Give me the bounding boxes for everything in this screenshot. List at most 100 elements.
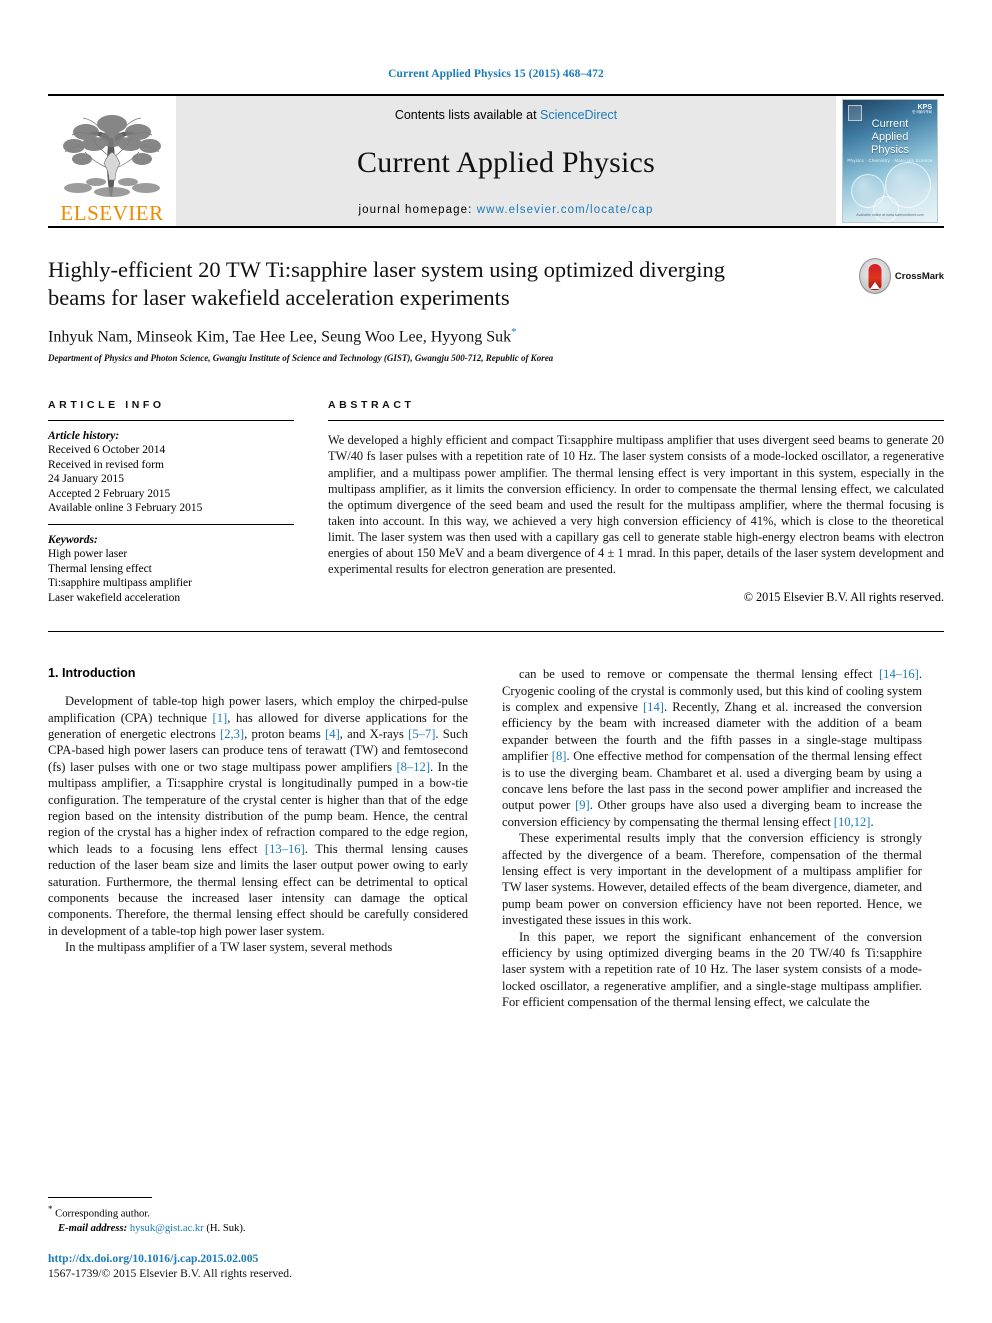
paragraph-text: can be used to remove or compensate the … [519,667,879,682]
cover-footer-text: Available online at www.sciencedirect.co… [856,213,924,217]
body-paragraph: In the multipass amplifier of a TW laser… [48,939,468,955]
masthead-center: Contents lists available at ScienceDirec… [176,96,836,226]
abstract-column: ABSTRACT We developed a highly efficient… [328,399,944,605]
history-item: Received in revised form [48,458,164,471]
article-info-column: ARTICLE INFO Article history: Received 6… [48,399,294,605]
keywords-list: High power laser Thermal lensing effect … [48,547,294,605]
abstract-text: We developed a highly efficient and comp… [328,433,944,577]
footnote-block: * Corresponding author. E-mail address: … [48,1197,468,1235]
sciencedirect-link[interactable]: ScienceDirect [540,108,617,122]
paragraph-text: , proton beams [244,726,326,741]
journal-title: Current Applied Physics [357,146,655,179]
keywords-rule [48,524,294,526]
journal-homepage-line: journal homepage: www.elsevier.com/locat… [359,204,654,216]
affiliation: Department of Physics and Photon Science… [48,353,554,364]
cover-title: Current Applied Physics [843,118,937,157]
abstract-copyright: © 2015 Elsevier B.V. All rights reserved… [743,590,944,605]
info-abstract-band: ARTICLE INFO Article history: Received 6… [48,399,944,605]
page-footer: http://dx.doi.org/10.1016/j.cap.2015.02.… [48,1251,568,1281]
email-label: E-mail address: [58,1222,128,1234]
contents-prefix: Contents lists available at [394,108,541,122]
crossmark-label: CrossMark [894,270,944,282]
paper-page: Current Applied Physics 15 (2015) 468–47… [0,0,992,1323]
history-item: Accepted 2 February 2015 [48,487,171,500]
author-names: Inhyuk Nam, Minseok Kim, Tae Hee Lee, Se… [48,328,512,346]
abstract-rule [328,420,944,422]
homepage-prefix: journal homepage: [358,204,477,216]
paragraph-text: . This thermal lensing causes reduction … [48,841,468,938]
cover-society-mark: KPS 한국물리학회 [912,104,932,115]
elsevier-tree-icon [63,115,161,197]
corresponding-author-text: Corresponding author. [55,1209,150,1220]
history-item: 24 January 2015 [48,473,125,486]
citation-link[interactable]: [5–7] [408,727,435,741]
contents-available-line: Contents lists available at ScienceDirec… [395,108,617,122]
paragraph-text: . [870,814,874,829]
paragraph-text: In the multipass amplifier of a TW laser… [65,940,393,955]
footnote-rule [48,1197,152,1199]
doi-link[interactable]: http://dx.doi.org/10.1016/j.cap.2015.02.… [48,1251,568,1266]
journal-cover-image: KPS 한국물리학회 Current Applied Physics Physi… [842,99,938,223]
cover-title-line1: Current [871,118,909,130]
body-paragraph: These experimental results imply that th… [502,830,922,928]
body-columns: 1. Introduction Development of table-top… [48,666,944,1011]
corresponding-author-note: * Corresponding author. [48,1203,468,1221]
cover-title-line3: Physics [871,144,909,156]
citation-link[interactable]: [13–16] [265,842,305,856]
paragraph-text: , and X-rays [339,726,409,741]
paragraph-text: In this paper, we report the significant… [502,929,922,1010]
article-history-label: Article history: [48,430,120,443]
paragraph-text: These experimental results imply that th… [502,831,922,928]
body-separator-rule [48,631,944,633]
crossmark-badge[interactable]: CrossMark [858,258,944,294]
cover-society-sub: 한국물리학회 [912,110,932,114]
elsevier-wordmark: ELSEVIER [60,201,164,225]
citation-link[interactable]: [10,12] [834,815,871,829]
citation-link[interactable]: [8–12] [396,760,430,774]
email-suffix: (H. Suk). [206,1222,246,1234]
article-info-rule [48,420,294,422]
keywords-label: Keywords: [48,534,98,547]
author-list: Inhyuk Nam, Minseok Kim, Tae Hee Lee, Se… [48,326,944,346]
body-column-left: 1. Introduction Development of table-top… [48,666,468,1011]
crossmark-icon [858,258,891,294]
cover-title-line2: Applied [871,131,909,143]
corresponding-author-marker: * [511,326,517,338]
keywords-block: Keywords: High power laser Thermal lensi… [48,534,294,605]
citation-link[interactable]: [2,3] [220,727,244,741]
issn-copyright: 1567-1739/© 2015 Elsevier B.V. All right… [48,1267,292,1280]
keyword-item: Thermal lensing effect [48,562,152,575]
right-column-paragraphs: can be used to remove or compensate the … [502,666,922,1011]
email-link[interactable]: hysuk@gist.ac.kr [130,1223,204,1234]
citation-link[interactable]: [1] [213,711,228,725]
history-item: Received 6 October 2014 [48,444,166,457]
body-paragraph: can be used to remove or compensate the … [502,666,922,830]
keyword-item: Laser wakefield acceleration [48,591,181,604]
journal-homepage-link[interactable]: www.elsevier.com/locate/cap [477,204,654,216]
keyword-item: Ti:sapphire multipass amplifier [48,577,192,590]
title-block: CrossMark Highly-efficient 20 TW Ti:sapp… [48,256,944,363]
abstract-heading: ABSTRACT [328,399,415,412]
journal-masthead: ELSEVIER Contents lists available at Sci… [48,96,944,228]
body-paragraph: In this paper, we report the significant… [502,929,922,1011]
citation-link[interactable]: [4] [325,727,340,741]
journal-cover-cell: KPS 한국물리학회 Current Applied Physics Physi… [836,96,944,226]
running-head: Current Applied Physics 15 (2015) 468–47… [388,68,604,80]
email-note: E-mail address: hysuk@gist.ac.kr (H. Suk… [48,1222,468,1236]
body-column-right: can be used to remove or compensate the … [502,666,922,1011]
cover-subtitle: Physics · Chemistry · Materials Science [847,158,933,163]
page-title: Highly-efficient 20 TW Ti:sapphire laser… [48,257,726,310]
footnote-star-icon: * [48,1204,53,1215]
article-history-list: Received 6 October 2014 Received in revi… [48,443,294,515]
body-paragraph: Development of table-top high power lase… [48,693,468,939]
citation-link[interactable]: [8] [552,749,567,763]
keyword-item: High power laser [48,548,128,561]
citation-link[interactable]: [14–16] [879,667,919,681]
citation-link[interactable]: [14] [643,700,664,714]
citation-link[interactable]: [9] [575,798,590,812]
section-heading-introduction: 1. Introduction [48,666,136,681]
article-info-heading: ARTICLE INFO [48,399,165,412]
history-item: Available online 3 February 2015 [48,501,203,514]
elsevier-logo: ELSEVIER [48,96,176,226]
left-column-paragraphs: Development of table-top high power lase… [48,693,468,956]
